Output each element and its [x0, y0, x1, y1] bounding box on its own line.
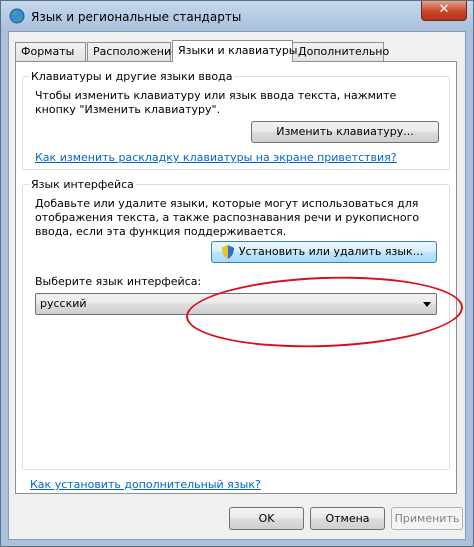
ok-button[interactable]: OK: [229, 507, 304, 530]
tab-advanced[interactable]: Дополнительно: [292, 42, 389, 61]
selected-language: русский: [40, 297, 87, 310]
add-language-link[interactable]: Как установить дополнительный язык?: [30, 478, 261, 492]
install-button-label: Установить или удалить язык...: [238, 245, 424, 258]
close-button[interactable]: ✕: [421, 1, 467, 21]
keyboards-group-title: Клавиатуры и другие языки ввода: [29, 70, 235, 83]
window-title: Язык и региональные стандарты: [31, 10, 242, 24]
interface-select-label: Выберите язык интерфейса:: [35, 275, 202, 288]
tab-location[interactable]: Расположение: [87, 42, 178, 61]
tab-formats[interactable]: Форматы: [15, 42, 86, 61]
keyboards-description: Чтобы изменить клавиатуру или язык ввода…: [35, 89, 397, 116]
title-bar[interactable]: Язык и региональные стандарты ✕: [1, 1, 473, 31]
close-icon: ✕: [438, 2, 450, 17]
shield-icon: [222, 245, 234, 259]
interface-description: Добавьте или удалите языки, которые могу…: [35, 197, 420, 238]
welcome-screen-keyboard-link[interactable]: Как изменить раскладку клавиатуры на экр…: [35, 151, 397, 165]
cancel-button[interactable]: Отмена: [310, 507, 385, 530]
interface-language-group: Язык интерфейса Добавьте или удалите язы…: [22, 178, 450, 470]
install-uninstall-language-button[interactable]: Установить или удалить язык...: [211, 241, 437, 263]
chevron-down-icon: [423, 302, 431, 307]
tab-languages-keyboards[interactable]: Языки и клавиатуры: [172, 40, 298, 62]
globe-icon: [9, 8, 25, 24]
interface-group-title: Язык интерфейса: [29, 178, 136, 191]
apply-button[interactable]: Применить: [391, 507, 463, 530]
dialog-window: Язык и региональные стандарты ✕ Форматы …: [0, 0, 474, 547]
keyboards-group: Клавиатуры и другие языки ввода Чтобы из…: [22, 70, 450, 170]
client-area: Форматы Расположение Языки и клавиатуры …: [8, 31, 466, 540]
tab-panel: Клавиатуры и другие языки ввода Чтобы из…: [15, 61, 465, 494]
change-keyboard-button[interactable]: Изменить клавиатуру...: [251, 121, 439, 143]
interface-language-select[interactable]: русский: [35, 293, 437, 315]
